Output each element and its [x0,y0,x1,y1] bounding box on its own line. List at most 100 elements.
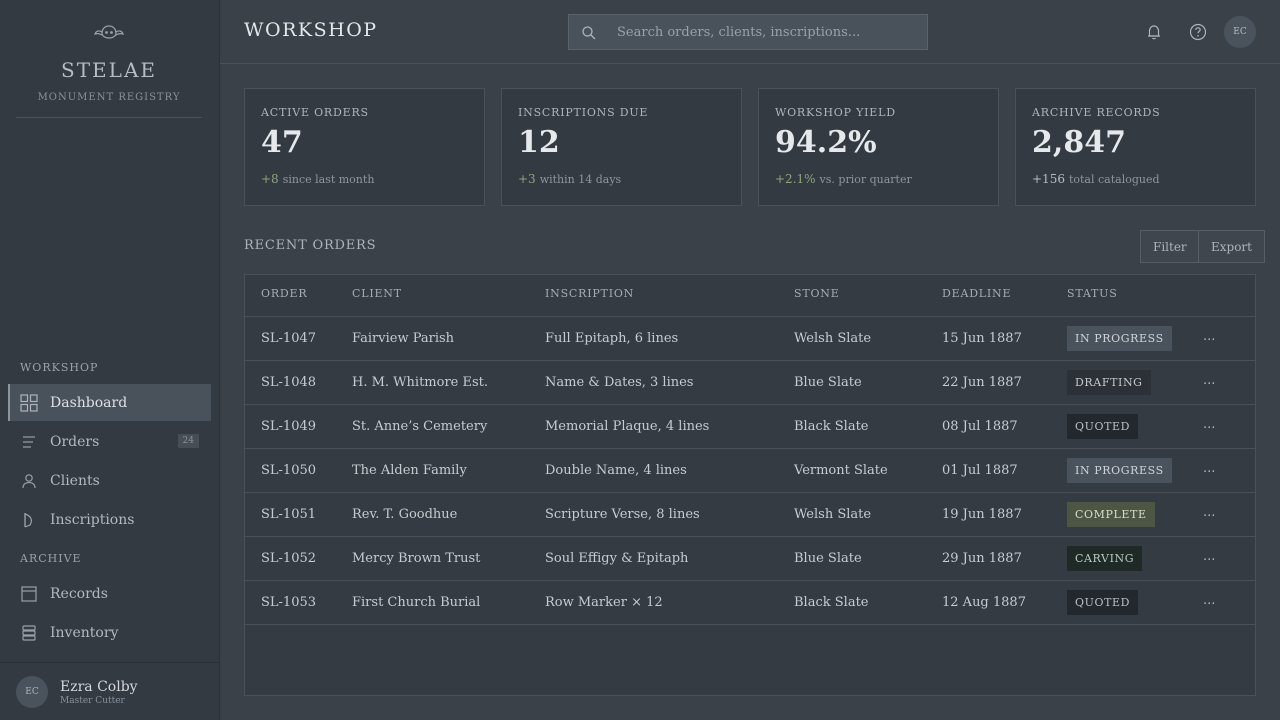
user-name: Ezra Colby [60,679,138,695]
bell-icon[interactable] [1145,23,1163,41]
sidebar: STELAE MONUMENT REGISTRY WORKSHOP Dashbo… [0,0,220,720]
status-badge: IN PROGRESS [1067,458,1172,483]
status-badge: DRAFTING [1067,370,1151,395]
column-header-inscription[interactable]: INSCRIPTION [545,287,634,300]
stone-type: Welsh Slate [794,331,872,346]
status-badge: IN PROGRESS [1067,326,1172,351]
dashboard-grid-icon [20,393,38,412]
search-icon [582,26,596,40]
row-more-button[interactable]: ... [1203,461,1215,476]
orders-table: ORDER CLIENT INSCRIPTION STONE DEADLINE … [244,274,1256,696]
person-icon [20,472,38,490]
sidebar-item-clients[interactable]: Clients [8,462,211,499]
client-name: Fairview Parish [352,331,455,346]
winged-skull-logo-icon [94,25,124,39]
order-id: SL-1048 [261,375,317,390]
list-lines-icon [20,433,38,451]
order-id: SL-1052 [261,551,317,566]
stone-type: Black Slate [794,419,869,434]
row-more-button[interactable]: ... [1203,329,1215,344]
stat-note: since last month [282,173,375,186]
row-more-button[interactable]: ... [1203,417,1215,432]
column-header-status[interactable]: STATUS [1067,287,1118,300]
status-badge: QUOTED [1067,414,1139,439]
search-box[interactable] [568,14,928,50]
row-more-button[interactable]: ... [1203,549,1215,564]
deadline-date: 12 Aug 1887 [942,595,1026,610]
order-id: SL-1047 [261,331,317,346]
sidebar-item-label: Inventory [50,624,119,641]
header-avatar[interactable]: EC [1224,16,1256,48]
inscription-desc: Soul Effigy & Epitaph [545,551,689,566]
deadline-date: 08 Jul 1887 [942,419,1018,434]
sidebar-item-label: Dashboard [50,394,128,411]
stone-type: Blue Slate [794,551,862,566]
status-badge: COMPLETE [1067,502,1155,527]
table-row[interactable]: SL-1049 St. Anne’s Cemetery Memorial Plaqu… [245,405,1255,449]
brand-name: STELAE [61,58,157,82]
column-header-order[interactable]: ORDER [261,287,307,300]
stat-value: 47 [261,125,303,160]
table-row[interactable]: SL-1047 Fairview Parish Full Epitaph, 6 li… [245,317,1255,361]
page-title: WORKSHOP [244,19,378,41]
sidebar-item-orders[interactable]: Orders 24 [8,423,211,460]
table-row[interactable]: SL-1053 First Church Burial Row Marker × 1… [245,581,1255,625]
row-more-button[interactable]: ... [1203,593,1215,608]
stat-value: 2,847 [1032,125,1126,160]
stat-label: ACTIVE ORDERS [261,106,369,119]
table-header: ORDER CLIENT INSCRIPTION STONE DEADLINE … [245,275,1255,317]
deadline-date: 22 Jun 1887 [942,375,1022,390]
column-header-stone[interactable]: STONE [794,287,840,300]
stat-delta: +8 [261,172,279,186]
stat-note: total catalogued [1068,173,1160,186]
table-row[interactable]: SL-1050 The Alden Family Double Name, 4 li… [245,449,1255,493]
user-role: Master Cutter [60,696,125,706]
help-icon[interactable] [1189,23,1207,41]
status-badge: QUOTED [1067,590,1139,615]
deadline-date: 01 Jul 1887 [942,463,1018,478]
inscription-desc: Double Name, 4 lines [545,463,687,478]
sidebar-item-dashboard[interactable]: Dashboard [8,384,211,421]
stat-value: 12 [518,125,560,160]
export-button[interactable]: Export [1198,230,1265,263]
sidebar-item-label: Records [50,585,108,602]
stat-delta: +156 [1032,172,1065,186]
filter-button[interactable]: Filter [1140,230,1200,263]
stat-delta: +3 [518,172,536,186]
stone-type: Welsh Slate [794,507,872,522]
stat-delta-row: +8 since last month [261,172,374,186]
stat-value: 94.2% [775,125,877,160]
order-id: SL-1049 [261,419,317,434]
inscription-desc: Name & Dates, 3 lines [545,375,694,390]
client-name: Mercy Brown Trust [352,551,481,566]
stat-delta-row: +2.1% vs. prior quarter [775,172,912,186]
sidebar-item-inventory[interactable]: Inventory [8,614,211,651]
stone-type: Blue Slate [794,375,862,390]
table-row[interactable]: SL-1052 Mercy Brown Trust Soul Effigy & Ep… [245,537,1255,581]
stat-card-active-orders: ACTIVE ORDERS 47 +8 since last month [244,88,485,206]
column-header-deadline[interactable]: DEADLINE [942,287,1011,300]
row-more-button[interactable]: ... [1203,373,1215,388]
stat-note: vs. prior quarter [819,173,912,186]
user-profile[interactable]: EC Ezra Colby Master Cutter [0,662,219,720]
row-more-button[interactable]: ... [1203,505,1215,520]
stat-label: ARCHIVE RECORDS [1032,106,1161,119]
table-row[interactable]: SL-1051 Rev. T. Goodhue Scripture Verse, 8… [245,493,1255,537]
inscription-desc: Row Marker × 12 [545,595,663,610]
stack-icon [20,624,38,642]
column-header-client[interactable]: CLIENT [352,287,402,300]
table-row[interactable]: SL-1048 H. M. Whitmore Est. Name & Dates, … [245,361,1255,405]
sidebar-item-records[interactable]: Records [8,575,211,612]
client-name: Rev. T. Goodhue [352,507,458,522]
sidebar-item-label: Inscriptions [50,511,135,528]
sidebar-item-inscriptions[interactable]: Inscriptions [8,501,211,538]
calendar-book-icon [20,585,38,603]
client-name: St. Anne’s Cemetery [352,419,488,434]
top-header: WORKSHOP EC [220,0,1280,64]
inscription-desc: Memorial Plaque, 4 lines [545,419,710,434]
inscription-desc: Scripture Verse, 8 lines [545,507,700,522]
search-input[interactable] [617,15,917,49]
stat-note: within 14 days [539,173,622,186]
stone-type: Vermont Slate [794,463,888,478]
stat-label: INSCRIPTIONS DUE [518,106,649,119]
